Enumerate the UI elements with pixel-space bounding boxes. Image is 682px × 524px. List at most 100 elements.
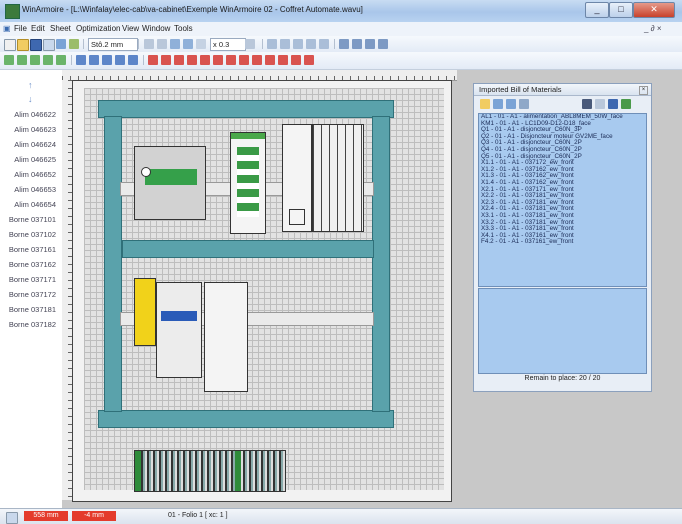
arrow-down-icon[interactable]: ↓ [28, 94, 33, 104]
breaker-group[interactable] [312, 124, 364, 232]
contactor[interactable] [156, 282, 202, 378]
terminal-strip[interactable] [134, 450, 286, 492]
grid-icon[interactable] [291, 55, 301, 65]
pointer-icon[interactable] [170, 39, 180, 49]
fuse-icon[interactable] [252, 55, 262, 65]
list-item[interactable]: Alim 046652 [0, 170, 60, 179]
bom-item-list[interactable]: AL1 - 01 - A1 - alimentation_ABL8MEM_50W… [478, 113, 647, 287]
label-icon[interactable] [265, 55, 275, 65]
check-icon[interactable] [56, 55, 66, 65]
rotate-icon[interactable] [30, 55, 40, 65]
list-item[interactable]: Borne 037181 [0, 305, 60, 314]
select-icon[interactable] [196, 39, 206, 49]
plc-module[interactable] [230, 132, 266, 234]
save-icon[interactable] [608, 99, 618, 109]
group-icon[interactable] [306, 39, 316, 49]
list-item[interactable]: Borne 037171 [0, 275, 60, 284]
zoom-icon[interactable] [245, 39, 255, 49]
list-item[interactable]: Alim 046622 [0, 110, 60, 119]
menu-optimization[interactable]: Optimization [76, 24, 120, 33]
grid-step-combo[interactable]: Stô.2 mm [88, 38, 138, 51]
help-icon[interactable] [339, 39, 349, 49]
preview-icon[interactable] [56, 39, 66, 49]
list-item[interactable]: Borne 037161 [0, 245, 60, 254]
open-icon[interactable] [17, 39, 29, 51]
list-item[interactable]: Borne 037162 [0, 260, 60, 269]
bom-detail-list[interactable] [478, 288, 647, 374]
wire-duct-middle[interactable] [122, 240, 374, 258]
delete-icon[interactable] [293, 39, 303, 49]
duct-icon[interactable] [115, 55, 125, 65]
folder-icon[interactable] [480, 99, 490, 109]
align-icon[interactable] [267, 39, 277, 49]
table-icon[interactable] [365, 39, 375, 49]
list-item[interactable]: Borne 037102 [0, 230, 60, 239]
arrow-icon[interactable] [17, 55, 27, 65]
bom-close-button[interactable]: × [639, 86, 648, 95]
lamp-icon[interactable] [239, 55, 249, 65]
distribute-icon[interactable] [280, 39, 290, 49]
find-icon[interactable] [582, 99, 592, 109]
close-button[interactable]: ✕ [633, 2, 675, 18]
export-icon[interactable] [69, 39, 79, 49]
list-icon[interactable] [304, 55, 314, 65]
menu-edit[interactable]: Edit [31, 24, 45, 33]
plc-cpu[interactable] [282, 124, 312, 232]
safety-relay[interactable] [134, 278, 156, 346]
list-item[interactable]: Alim 046623 [0, 125, 60, 134]
arrow-right-icon[interactable] [89, 55, 99, 65]
find-icon[interactable] [352, 39, 362, 49]
save-icon[interactable] [30, 39, 42, 51]
motor-breaker[interactable] [204, 282, 248, 392]
terminal-icon[interactable] [148, 55, 158, 65]
list-item[interactable]: Borne 037172 [0, 290, 60, 299]
place-icon[interactable] [621, 99, 631, 109]
cable-icon[interactable] [278, 55, 288, 65]
contactor-icon[interactable] [174, 55, 184, 65]
print-icon[interactable] [43, 39, 55, 51]
breaker-icon[interactable] [161, 55, 171, 65]
menu-view[interactable]: View [122, 24, 139, 33]
list-item[interactable]: F4.2 - 01 - A1 - 037161_ew_front [479, 239, 646, 246]
wire-duct-right[interactable] [372, 116, 390, 412]
refresh-icon[interactable] [595, 99, 605, 109]
list-item[interactable]: Alim 046654 [0, 200, 60, 209]
new-icon[interactable] [4, 39, 16, 51]
arrow-up-icon[interactable]: ↑ [28, 80, 33, 90]
add-icon[interactable] [4, 55, 14, 65]
wire-duct-left[interactable] [104, 116, 122, 412]
filter-icon[interactable] [519, 99, 529, 109]
draw-line-icon[interactable] [144, 39, 154, 49]
minimize-button[interactable]: _ [585, 2, 609, 18]
mirror-icon[interactable] [43, 55, 53, 65]
plc-icon[interactable] [213, 55, 223, 65]
menu-sheet[interactable]: Sheet [50, 24, 71, 33]
maximize-button[interactable]: □ [609, 2, 633, 18]
ungroup-icon[interactable] [319, 39, 329, 49]
list-item[interactable]: Alim 046624 [0, 140, 60, 149]
menu-file[interactable]: File [14, 24, 27, 33]
relay-icon[interactable] [187, 55, 197, 65]
power-supply-icon[interactable] [200, 55, 210, 65]
wire-duct-top[interactable] [98, 100, 394, 118]
list-item[interactable]: Borne 037101 [0, 215, 60, 224]
move-icon[interactable] [183, 39, 193, 49]
pencil-icon[interactable] [157, 39, 167, 49]
power-supply[interactable] [134, 146, 206, 220]
list-item[interactable]: Alim 046625 [0, 155, 60, 164]
rail-icon[interactable] [102, 55, 112, 65]
toolbar-separator [334, 39, 335, 49]
arrow-left-icon[interactable] [76, 55, 86, 65]
layers-icon[interactable] [378, 39, 388, 49]
list-item[interactable]: Borne 037182 [0, 320, 60, 329]
wire-duct-bottom[interactable] [98, 410, 394, 428]
menu-window[interactable]: Window [142, 24, 170, 33]
zoom-combo[interactable]: x 0.3 [210, 38, 246, 51]
sort-asc-icon[interactable] [493, 99, 503, 109]
button-icon[interactable] [226, 55, 236, 65]
panel-icon[interactable] [128, 55, 138, 65]
menu-tools[interactable]: Tools [174, 24, 193, 33]
sort-desc-icon[interactable] [506, 99, 516, 109]
list-item[interactable]: Alim 046653 [0, 185, 60, 194]
mdi-controls[interactable]: _ ∂ × [644, 24, 662, 33]
